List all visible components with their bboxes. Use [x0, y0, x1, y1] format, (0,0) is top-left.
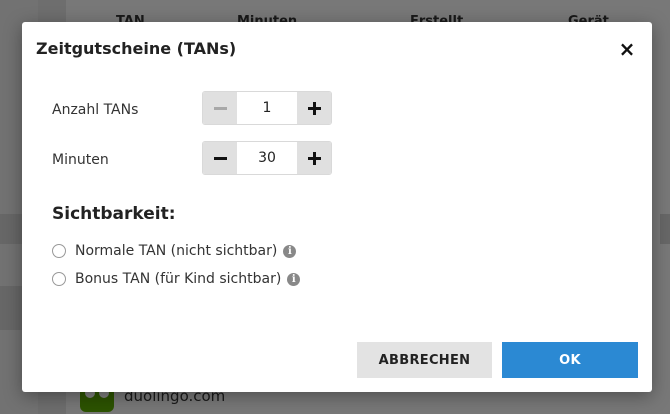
info-icon[interactable]	[287, 272, 301, 286]
minutes-input[interactable]	[237, 142, 297, 174]
minus-icon	[213, 102, 227, 115]
tan-count-label: Anzahl TANs	[52, 102, 139, 118]
tan-count-stepper	[202, 91, 332, 125]
tan-count-increment-button[interactable]	[297, 92, 331, 124]
plus-icon	[307, 101, 321, 115]
info-icon[interactable]	[283, 244, 297, 258]
minutes-increment-button[interactable]	[297, 142, 331, 174]
radio-button[interactable]	[52, 244, 66, 258]
radio-option-bonus[interactable]: Bonus TAN (für Kind sichtbar)	[52, 271, 301, 287]
cancel-button[interactable]: ABBRECHEN	[357, 342, 492, 378]
minutes-decrement-button[interactable]	[203, 142, 237, 174]
tan-count-decrement-button[interactable]	[203, 92, 237, 124]
close-icon[interactable]	[616, 38, 638, 60]
radio-button[interactable]	[52, 272, 66, 286]
dialog-title: Zeitgutscheine (TANs)	[36, 39, 237, 58]
minutes-label: Minuten	[52, 152, 109, 168]
tan-dialog: Zeitgutscheine (TANs) Anzahl TANs Minute…	[22, 22, 652, 392]
radio-option-label: Normale TAN (nicht sichtbar)	[75, 243, 278, 259]
visibility-heading: Sichtbarkeit:	[52, 204, 176, 224]
ok-button[interactable]: OK	[502, 342, 638, 378]
minutes-stepper	[202, 141, 332, 175]
radio-option-label: Bonus TAN (für Kind sichtbar)	[75, 271, 282, 287]
tan-count-input[interactable]	[237, 92, 297, 124]
radio-option-normal[interactable]: Normale TAN (nicht sichtbar)	[52, 243, 297, 259]
plus-icon	[307, 151, 321, 165]
minus-icon	[213, 152, 227, 165]
